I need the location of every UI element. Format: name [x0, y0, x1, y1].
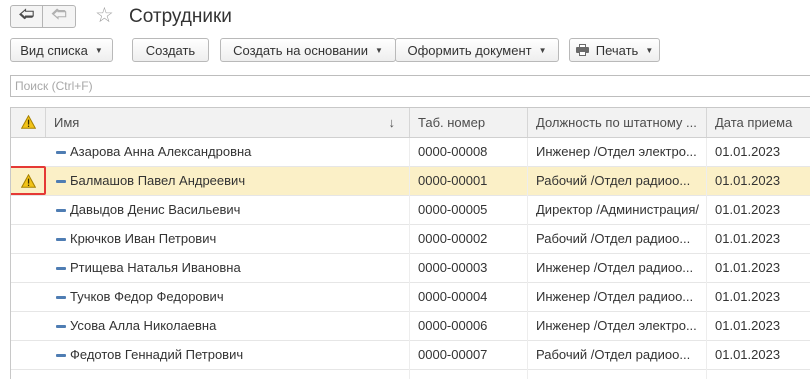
column-divider: [409, 138, 410, 379]
table-row[interactable]: Балмашов Павел Андреевич 0000-00001 Рабочи…: [11, 166, 810, 196]
hire-date-column-label: Дата приема: [715, 115, 793, 130]
arrow-right-icon: 🢢: [51, 6, 67, 23]
chevron-down-icon: ▼: [94, 45, 103, 55]
hire-date-column-header[interactable]: Дата приема: [707, 108, 810, 137]
employees-table: Имя ↓ Таб. номер Должность по штатному .…: [10, 107, 810, 379]
arrow-left-icon: 🢠: [18, 6, 35, 23]
print-label: Печать: [595, 42, 639, 58]
printer-icon: [575, 44, 589, 56]
tab-number-column-label: Таб. номер: [418, 115, 486, 130]
hire-date-cell: 01.01.2023: [715, 318, 781, 333]
position-cell: Директор /Администрация/: [536, 202, 700, 217]
tab-number-cell: 0000-00001: [418, 173, 488, 188]
make-document-button[interactable]: Оформить документ ▼: [395, 38, 559, 62]
employee-name-cell: Ртищева Наталья Ивановна: [70, 260, 241, 275]
create-button[interactable]: Создать: [132, 38, 209, 62]
view-list-button[interactable]: Вид списка ▼: [10, 38, 113, 62]
warning-icon: [21, 174, 36, 188]
create-based-label: Создать на основании: [233, 42, 368, 58]
table-row[interactable]: Давыдов Денис Васильевич 0000-00005 Директ…: [11, 196, 810, 225]
hire-date-cell: 01.01.2023: [715, 289, 781, 304]
position-cell: Инженер /Отдел радиоо...: [536, 260, 694, 275]
column-divider: [706, 138, 707, 379]
employee-name-cell: Балмашов Павел Андреевич: [70, 173, 246, 188]
hire-date-cell: 01.01.2023: [715, 231, 781, 246]
warning-icon: [21, 115, 36, 129]
employee-name-cell: Азарова Анна Александровна: [70, 144, 252, 159]
tab-number-cell: 0000-00006: [418, 318, 488, 333]
forward-button[interactable]: 🢢: [43, 5, 76, 28]
position-cell: Инженер /Отдел радиоо...: [536, 289, 694, 304]
back-button[interactable]: 🢠: [10, 5, 43, 28]
table-header: Имя ↓ Таб. номер Должность по штатному .…: [11, 108, 810, 138]
table-row[interactable]: Крючков Иван Петрович 0000-00002 Рабочий /…: [11, 225, 810, 254]
tab-number-cell: 0000-00008: [418, 144, 488, 159]
create-label: Создать: [145, 42, 196, 58]
tab-number-cell: 0000-00004: [418, 289, 488, 304]
print-button[interactable]: Печать ▼: [569, 38, 660, 62]
employee-name-cell: Усова Алла Николаевна: [70, 318, 217, 333]
status-column-header[interactable]: [11, 108, 46, 137]
name-column-label: Имя: [54, 115, 80, 130]
table-row[interactable]: Тучков Федор Федорович 0000-00004 Инженер …: [11, 283, 810, 312]
table-row[interactable]: Федотов Геннадий Петрович 0000-00007 Рабоч…: [11, 341, 810, 370]
star-icon[interactable]: ☆: [95, 4, 114, 28]
column-divider: [527, 138, 528, 379]
tab-number-cell: 0000-00007: [418, 347, 488, 362]
create-based-on-button[interactable]: Создать на основании ▼: [220, 38, 396, 62]
tab-number-column-header[interactable]: Таб. номер: [410, 108, 528, 137]
make-document-label: Оформить документ: [407, 42, 532, 58]
hire-date-cell: 01.01.2023: [715, 202, 781, 217]
tab-number-cell: 0000-00002: [418, 231, 488, 246]
employee-name-cell: Давыдов Денис Васильевич: [70, 202, 241, 217]
sort-descending-icon: ↓: [388, 115, 396, 130]
table-row[interactable]: Усова Алла Николаевна 0000-00006 Инженер /…: [11, 312, 810, 341]
tab-number-cell: 0000-00003: [418, 260, 488, 275]
position-cell: Инженер /Отдел электро...: [536, 144, 697, 159]
hire-date-cell: 01.01.2023: [715, 144, 781, 159]
hire-date-cell: 01.01.2023: [715, 347, 781, 362]
hire-date-cell: 01.01.2023: [715, 173, 781, 188]
position-column-header[interactable]: Должность по штатному ...: [528, 108, 707, 137]
tab-number-cell: 0000-00005: [418, 202, 488, 217]
chevron-down-icon: ▼: [645, 45, 654, 55]
position-cell: Рабочий /Отдел радиоо...: [536, 347, 691, 362]
view-list-label: Вид списка: [20, 42, 88, 58]
employee-name-cell: Федотов Геннадий Петрович: [70, 347, 244, 362]
page-title: Сотрудники: [129, 6, 232, 27]
table-row[interactable]: Ртищева Наталья Ивановна 0000-00003 Инжене…: [11, 254, 810, 283]
position-column-label: Должность по штатному ...: [536, 115, 697, 130]
employee-name-cell: Крючков Иван Петрович: [70, 231, 217, 246]
nav-buttons: 🢠 🢢: [10, 5, 76, 28]
hire-date-cell: 01.01.2023: [715, 260, 781, 275]
name-column-header[interactable]: Имя ↓: [46, 108, 410, 137]
chevron-down-icon: ▼: [538, 45, 547, 55]
position-cell: Рабочий /Отдел радиоо...: [536, 173, 691, 188]
table-row[interactable]: Азарова Анна Александровна 0000-00008 Инже…: [11, 138, 810, 167]
employee-name-cell: Тучков Федор Федорович: [70, 289, 224, 304]
position-cell: Рабочий /Отдел радиоо...: [536, 231, 691, 246]
chevron-down-icon: ▼: [374, 45, 383, 55]
search-input[interactable]: [10, 75, 810, 97]
position-cell: Инженер /Отдел электро...: [536, 318, 697, 333]
